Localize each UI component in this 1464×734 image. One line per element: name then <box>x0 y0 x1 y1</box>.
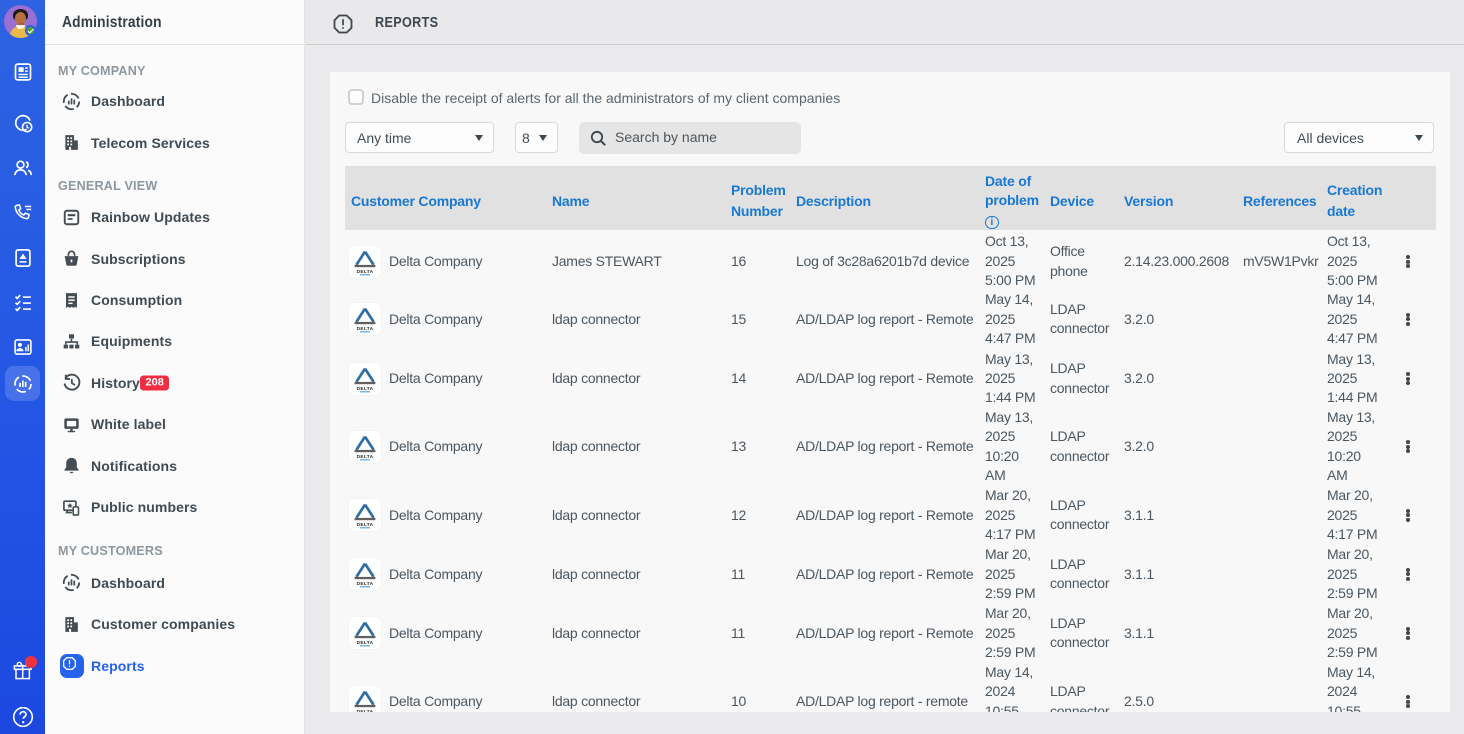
svg-text:DELTA: DELTA <box>357 268 374 274</box>
svg-text:DELTA: DELTA <box>357 454 374 460</box>
svg-text:DELTA: DELTA <box>357 326 374 332</box>
svg-text:DELTA: DELTA <box>357 640 374 646</box>
svg-text:DELTA: DELTA <box>357 709 374 712</box>
svg-text:DELTA: DELTA <box>357 522 374 528</box>
svg-text:DELTA: DELTA <box>357 385 374 391</box>
svg-text:DELTA: DELTA <box>357 581 374 587</box>
